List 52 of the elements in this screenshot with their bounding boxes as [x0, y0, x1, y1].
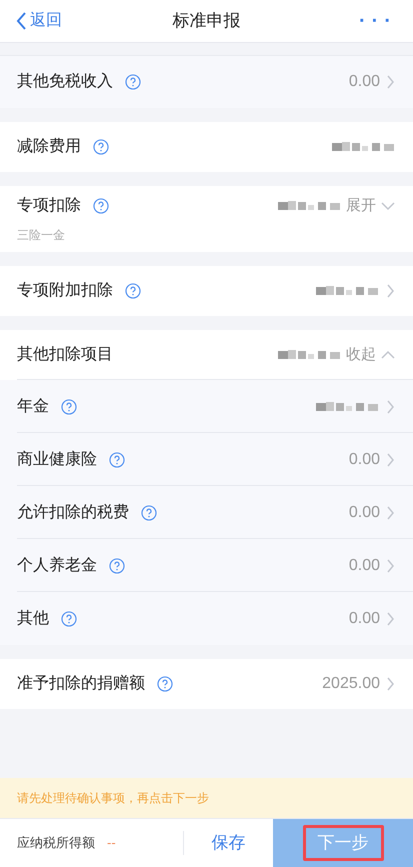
row-label: 专项附加扣除 — [17, 280, 113, 301]
form-row[interactable]: 其他 0.00 — [0, 592, 413, 645]
help-icon[interactable] — [93, 198, 109, 214]
row-label: 年金 — [17, 396, 49, 416]
blurred-value — [316, 400, 380, 414]
taxable-income-value: -- — [107, 834, 116, 852]
more-button[interactable]: ··· — [359, 6, 397, 36]
help-icon[interactable] — [125, 74, 141, 90]
row-value: 0.00 — [348, 450, 380, 470]
form-row[interactable]: 允许扣除的税费 0.00 — [0, 486, 413, 539]
row-subtitle: 三险一金 — [17, 227, 66, 244]
help-icon[interactable] — [93, 139, 109, 155]
blurred-value — [332, 140, 396, 154]
form-row[interactable]: 其他扣除项目 收起 — [0, 330, 413, 380]
form-row[interactable]: 商业健康险 0.00 — [0, 433, 413, 486]
help-icon[interactable] — [61, 610, 77, 626]
save-button[interactable]: 保存 — [184, 830, 273, 856]
blurred-value — [278, 348, 342, 362]
row-value: 0.00 — [348, 556, 380, 576]
back-button[interactable]: 返回 — [16, 9, 62, 33]
form-row[interactable]: 年金 — [0, 380, 413, 433]
taxable-income-label: 应纳税所得额 — [17, 834, 95, 852]
back-chevron-icon — [16, 12, 26, 30]
page-title: 标准申报 — [172, 10, 240, 32]
row-label: 专项扣除 — [17, 196, 81, 216]
blurred-value — [278, 199, 342, 213]
row-value: 0.00 — [348, 72, 380, 92]
row-label: 商业健康险 — [17, 450, 97, 470]
help-icon[interactable] — [61, 398, 77, 414]
row-label: 其他免税收入 — [17, 72, 113, 92]
blurred-value — [316, 284, 380, 298]
row-label: 其他扣除项目 — [17, 344, 113, 365]
help-icon[interactable] — [109, 452, 125, 468]
form-row[interactable]: 专项扣除 展开 三险一金 — [0, 186, 413, 252]
help-icon[interactable] — [109, 558, 125, 574]
row-label: 减除费用 — [17, 136, 81, 157]
help-icon[interactable] — [125, 283, 141, 299]
form-row[interactable]: 减除费用 — [0, 122, 413, 172]
form-row[interactable]: 个人养老金 0.00 — [0, 539, 413, 592]
help-icon[interactable] — [157, 676, 173, 692]
form-row[interactable]: 准予扣除的捐赠额 2025.00 — [0, 659, 413, 709]
row-label: 允许扣除的税费 — [17, 502, 129, 522]
row-label: 个人养老金 — [17, 556, 97, 576]
row-value: 2025.00 — [322, 674, 380, 694]
row-value: 0.00 — [348, 608, 380, 628]
notice-text: 请先处理待确认事项，再点击下一步 — [17, 790, 209, 807]
row-label: 其他 — [17, 608, 49, 628]
help-icon[interactable] — [141, 504, 157, 520]
form-row[interactable]: 专项附加扣除 — [0, 266, 413, 316]
form-row[interactable]: 其他免税收入 0.00 — [0, 55, 413, 108]
row-value: 0.00 — [348, 502, 380, 522]
row-label: 准予扣除的捐赠额 — [17, 674, 145, 694]
